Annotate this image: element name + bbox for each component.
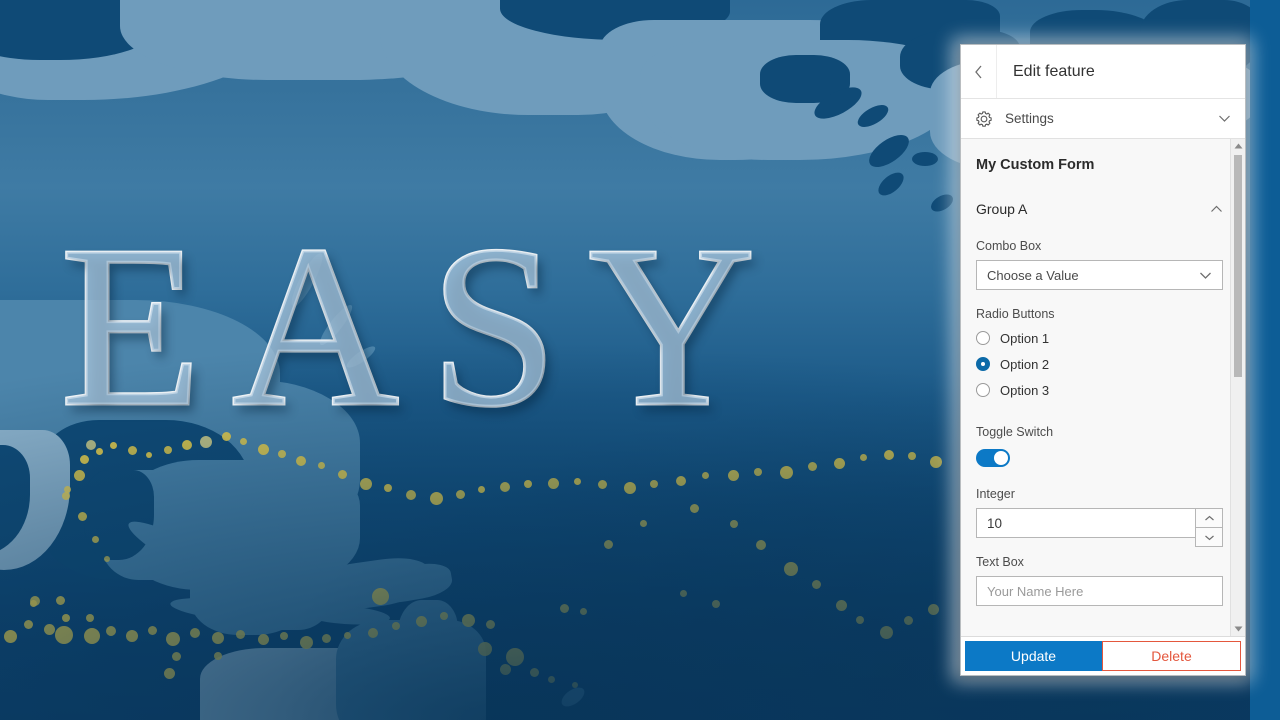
vertical-scrollbar[interactable]: [1230, 139, 1245, 636]
chevron-down-icon: [1199, 268, 1212, 283]
page-title: Edit feature: [1013, 62, 1095, 80]
chevron-up-icon: [1210, 201, 1223, 217]
group-a-header[interactable]: Group A: [976, 201, 1223, 217]
radio-option-2[interactable]: Option 2: [976, 351, 1223, 377]
settings-label: Settings: [1005, 111, 1054, 126]
panel-scroll-body: My Custom Form Group A Combo Box Choose …: [961, 139, 1245, 637]
combo-box-select[interactable]: Choose a Value: [976, 260, 1223, 290]
toggle-knob: [994, 451, 1008, 465]
stepper-down-button[interactable]: [1195, 527, 1223, 547]
stepper-up-button[interactable]: [1195, 508, 1223, 527]
quantity-stepper: [976, 508, 1223, 547]
chevron-left-icon: [973, 64, 984, 80]
update-button[interactable]: Update: [965, 641, 1102, 671]
radio-icon: [976, 383, 990, 397]
text-box-field: Text Box: [976, 555, 1223, 606]
toggle-switch[interactable]: [976, 449, 1010, 467]
chevron-down-icon: [1204, 528, 1215, 546]
scroll-up-arrow-icon[interactable]: [1231, 139, 1245, 153]
map-edge-band: [1250, 0, 1280, 720]
radio-buttons-field: Radio Buttons Option 1 Option 2 Option 3: [976, 307, 1223, 403]
integer-field: Integer: [976, 487, 1223, 547]
panel-footer: Update Delete: [961, 637, 1245, 675]
gear-icon: [975, 110, 993, 128]
back-button[interactable]: [961, 45, 997, 98]
app-root: EASY Edit feature Settings My Custom For…: [0, 0, 1280, 720]
text-box-label: Text Box: [976, 555, 1024, 569]
chevron-down-icon: [1218, 110, 1231, 128]
radio-buttons-label: Radio Buttons: [976, 307, 1055, 321]
text-box-input[interactable]: [976, 576, 1223, 606]
radio-option-3-label: Option 3: [1000, 382, 1050, 398]
combo-box-value: Choose a Value: [987, 267, 1079, 283]
integer-label: Integer: [976, 487, 1015, 501]
toggle-switch-label: Toggle Switch: [976, 425, 1054, 439]
delete-button[interactable]: Delete: [1102, 641, 1241, 671]
toggle-switch-field: Toggle Switch: [976, 425, 1223, 467]
radio-icon-selected: [976, 357, 990, 371]
chevron-up-icon: [1204, 509, 1215, 527]
scrollbar-thumb[interactable]: [1234, 155, 1242, 377]
group-a-label: Group A: [976, 201, 1028, 217]
integer-input[interactable]: [976, 508, 1195, 538]
radio-option-2-label: Option 2: [1000, 356, 1050, 372]
radio-option-1[interactable]: Option 1: [976, 325, 1223, 351]
panel-header: Edit feature: [961, 45, 1245, 99]
radio-icon: [976, 331, 990, 345]
scroll-down-arrow-icon[interactable]: [1231, 622, 1245, 636]
radio-option-3[interactable]: Option 3: [976, 377, 1223, 403]
easy-wordmark: EASY: [59, 198, 786, 455]
edit-feature-panel: Edit feature Settings My Custom Form Gro…: [960, 44, 1246, 676]
settings-row[interactable]: Settings: [961, 99, 1245, 139]
combo-box-field: Combo Box Choose a Value: [976, 239, 1223, 290]
radio-option-1-label: Option 1: [1000, 330, 1050, 346]
combo-box-label: Combo Box: [976, 239, 1042, 253]
form-title: My Custom Form: [976, 157, 1095, 173]
